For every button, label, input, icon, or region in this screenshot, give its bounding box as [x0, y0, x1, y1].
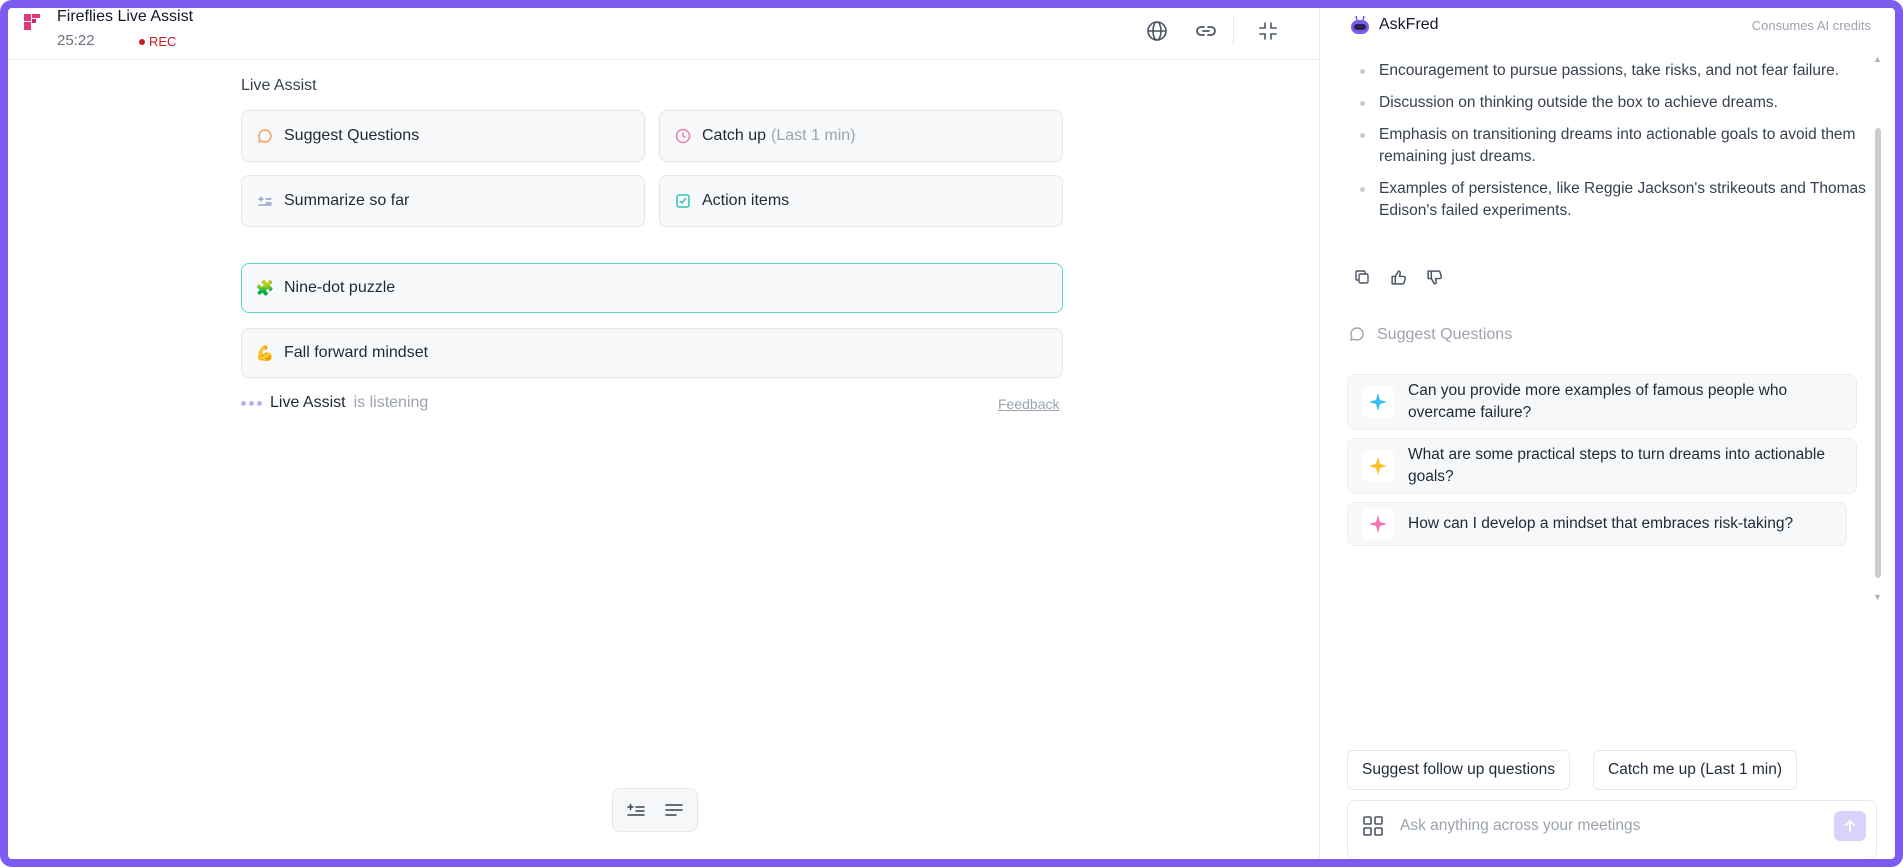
recording-timer: 25:22 — [57, 32, 95, 49]
checkbox-icon — [674, 192, 692, 210]
summary-list-icon — [256, 192, 274, 210]
rec-dot-icon — [139, 38, 145, 45]
suggest-questions-heading-label: Suggest Questions — [1377, 326, 1513, 343]
sparkle-icon — [1362, 450, 1394, 482]
feedback-link[interactable]: Feedback — [998, 396, 1059, 412]
scroll-down-arrow-icon[interactable]: ▼ — [1873, 592, 1882, 602]
summary-bullet: Emphasis on transitioning dreams into ac… — [1349, 124, 1869, 168]
clock-icon — [674, 127, 692, 145]
text-lines-icon[interactable] — [660, 796, 688, 824]
listening-dots-icon — [241, 400, 262, 406]
summary-bullet: Examples of persistence, like Reggie Jac… — [1349, 178, 1869, 222]
link-icon[interactable] — [1193, 18, 1219, 44]
status-text: is listening — [353, 394, 429, 411]
chat-bubble-icon — [256, 127, 274, 145]
chat-bubble-icon — [1349, 326, 1367, 344]
ai-credits-note: Consumes AI credits — [1751, 18, 1871, 33]
live-assist-title: Live Assist — [241, 77, 317, 94]
listening-status: Live Assist is listening — [241, 394, 428, 412]
puzzle-icon: 🧩 — [255, 279, 275, 297]
action-items-card[interactable]: Action items — [659, 175, 1063, 227]
toolbar-divider — [1233, 16, 1234, 44]
bottom-toolbar — [612, 788, 698, 832]
topic-label: Nine-dot puzzle — [284, 279, 396, 296]
topic-nine-dot-puzzle[interactable]: 🧩 Nine-dot puzzle — [241, 263, 1063, 313]
suggest-questions-heading: Suggest Questions — [1349, 326, 1512, 344]
question-text: How can I develop a mindset that embrace… — [1408, 515, 1794, 532]
summary-bullet: Discussion on thinking outside the box t… — [1349, 92, 1869, 114]
suggested-question-1[interactable]: Can you provide more examples of famous … — [1347, 374, 1857, 430]
send-button[interactable] — [1834, 811, 1866, 841]
ask-input[interactable] — [1400, 811, 1790, 841]
rec-label: REC — [149, 34, 177, 49]
top-bar: Fireflies Live Assist 25:22 REC — [8, 8, 1319, 60]
fireflies-logo-icon — [24, 14, 40, 30]
add-summary-icon[interactable] — [622, 796, 650, 824]
action-items-label: Action items — [702, 192, 790, 209]
catch-up-label: Catch up — [702, 127, 767, 144]
copy-icon[interactable] — [1351, 266, 1373, 288]
globe-icon[interactable] — [1144, 18, 1170, 44]
catch-me-up-chip[interactable]: Catch me up (Last 1 min) — [1593, 750, 1798, 790]
summary-bullet: Encouragement to pursue passions, take r… — [1349, 60, 1869, 82]
live-assist-pane: Fireflies Live Assist 25:22 REC Live Ass… — [8, 8, 1320, 859]
question-text: Can you provide more examples of famous … — [1408, 382, 1788, 421]
flexed-arm-icon: 💪 — [255, 344, 275, 362]
app-title: Fireflies Live Assist — [57, 8, 194, 25]
topic-fall-forward-mindset[interactable]: 💪 Fall forward mindset — [241, 328, 1063, 378]
askfred-title: AskFred — [1379, 16, 1439, 33]
status-name: Live Assist — [270, 394, 346, 411]
ask-bar — [1347, 800, 1877, 859]
topic-label: Fall forward mindset — [284, 344, 429, 361]
suggest-follow-up-chip[interactable]: Suggest follow up questions — [1347, 750, 1571, 790]
summarize-label: Summarize so far — [284, 192, 410, 209]
response-feedback — [1351, 266, 1445, 288]
thumbs-up-icon[interactable] — [1387, 266, 1409, 288]
askfred-header: AskFred Consumes AI credits — [1321, 8, 1895, 48]
scroll-up-arrow-icon[interactable]: ▲ — [1873, 54, 1882, 64]
arrow-up-icon — [1845, 819, 1855, 832]
minimize-icon[interactable] — [1255, 18, 1281, 44]
thumbs-down-icon[interactable] — [1423, 266, 1445, 288]
rec-badge: REC — [139, 34, 176, 49]
summary-bullets: Encouragement to pursue passions, take r… — [1349, 60, 1869, 232]
suggest-questions-label: Suggest Questions — [284, 127, 420, 144]
apps-grid-icon[interactable] — [1362, 815, 1384, 837]
sparkle-icon — [1362, 508, 1394, 540]
catch-up-card[interactable]: Catch up (Last 1 min) — [659, 110, 1063, 162]
scrollbar-thumb[interactable] — [1875, 128, 1881, 578]
question-text: What are some practical steps to turn dr… — [1408, 446, 1825, 485]
sparkle-icon — [1362, 386, 1394, 418]
askfred-pane: AskFred Consumes AI credits Encouragemen… — [1321, 8, 1895, 859]
askfred-bot-icon — [1351, 15, 1369, 34]
suggested-question-3[interactable]: How can I develop a mindset that embrace… — [1347, 502, 1847, 546]
suggested-question-2[interactable]: What are some practical steps to turn dr… — [1347, 438, 1857, 494]
suggest-questions-card[interactable]: Suggest Questions — [241, 110, 645, 162]
summarize-card[interactable]: Summarize so far — [241, 175, 645, 227]
catch-up-duration: (Last 1 min) — [771, 127, 856, 144]
